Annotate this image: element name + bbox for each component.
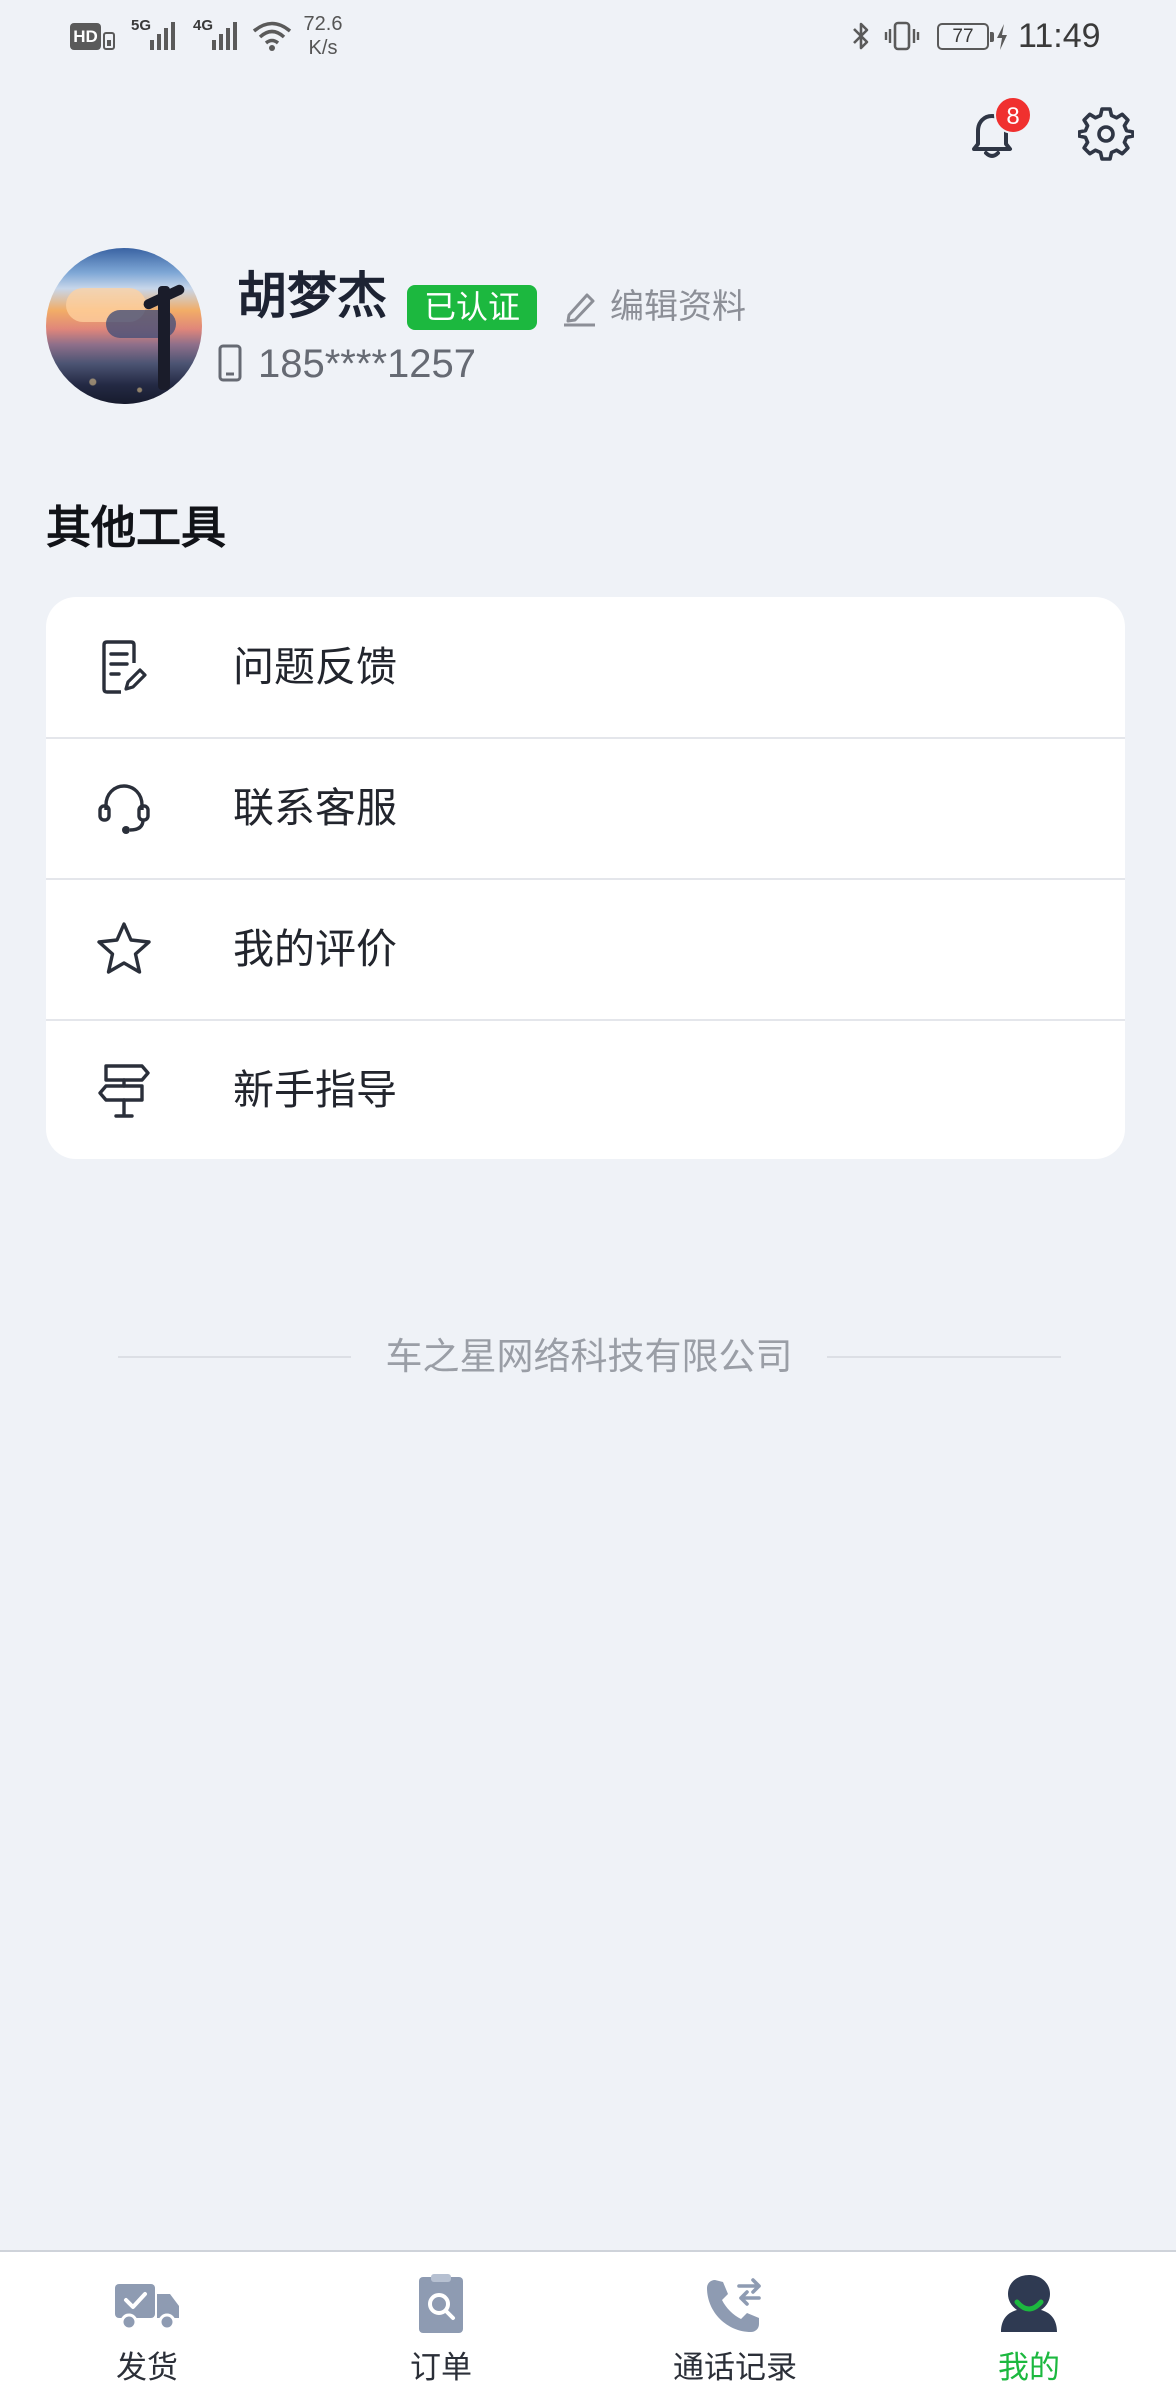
sim-icon [103,32,115,50]
call-log-icon [707,2278,761,2332]
bottom-tab-bar: 发货 订单 通话记录 我的 [0,2250,1176,2400]
charging-icon [997,24,1007,50]
edit-profile-link[interactable]: 编辑资料 [610,285,746,329]
wifi-icon [252,21,292,51]
battery-level: 77 [937,23,994,50]
tab-mine[interactable]: 我的 [882,2252,1176,2400]
clock: 11:49 [1018,17,1101,55]
phone-number: 185****1257 [258,342,476,386]
tool-item-customer-service[interactable]: 联系客服 [46,738,1125,878]
network-5g-label: 5G [131,17,152,34]
avatar[interactable] [46,248,202,404]
tool-item-my-reviews[interactable]: 我的评价 [46,879,1125,1019]
tool-item-label: 我的评价 [233,926,397,972]
notification-badge: 8 [994,96,1032,134]
section-title-tools: 其他工具 [46,502,227,553]
tab-label: 订单 [410,2350,472,2385]
tool-item-beginner-guide[interactable]: 新手指导 [46,1020,1125,1159]
tool-item-label: 问题反馈 [233,644,397,690]
user-name: 胡梦杰 [237,268,387,324]
tab-orders[interactable]: 订单 [294,2252,588,2400]
tab-label: 发货 [116,2350,178,2385]
tab-call-log[interactable]: 通话记录 [588,2252,882,2400]
speed-unit: K/s [308,37,338,59]
tool-item-label: 新手指导 [233,1067,397,1113]
company-name: 车之星网络科技有限公司 [385,1336,793,1377]
tab-ship[interactable]: 发货 [0,2252,294,2400]
vibrate-icon [884,21,920,51]
status-bar: HD 5G 4G 72.6 K/s 77 11:49 [0,0,1176,100]
pencil-icon[interactable] [561,287,599,327]
headset-icon [98,784,150,834]
truck-icon [115,2284,179,2331]
tab-label: 通话记录 [673,2350,797,2385]
hd-indicator: HD [70,23,101,50]
footer-divider-right [827,1356,1061,1358]
bluetooth-icon [853,22,869,50]
profile-icon [1001,2275,1057,2332]
speed-value: 72.6 [303,13,343,35]
gear-icon [1077,107,1135,161]
tool-item-feedback[interactable]: 问题反馈 [46,597,1125,737]
settings-button[interactable] [1077,106,1135,162]
footer-divider-left [118,1356,351,1358]
order-icon [419,2274,463,2333]
mobile-phone-icon [218,344,242,382]
signal-5g-icon [150,22,175,50]
network-speed: 72.6 K/s [298,12,348,60]
tool-item-label: 联系客服 [233,785,397,831]
tools-card: 问题反馈 联系客服 我的评价 新手指导 [46,597,1125,1159]
signal-4g-icon [212,22,237,50]
star-icon [97,922,151,974]
signpost-icon [98,1064,150,1118]
verified-badge: 已认证 [407,285,537,330]
feedback-icon [102,640,147,694]
network-4g-label: 4G [193,17,214,34]
tab-label: 我的 [998,2350,1060,2385]
